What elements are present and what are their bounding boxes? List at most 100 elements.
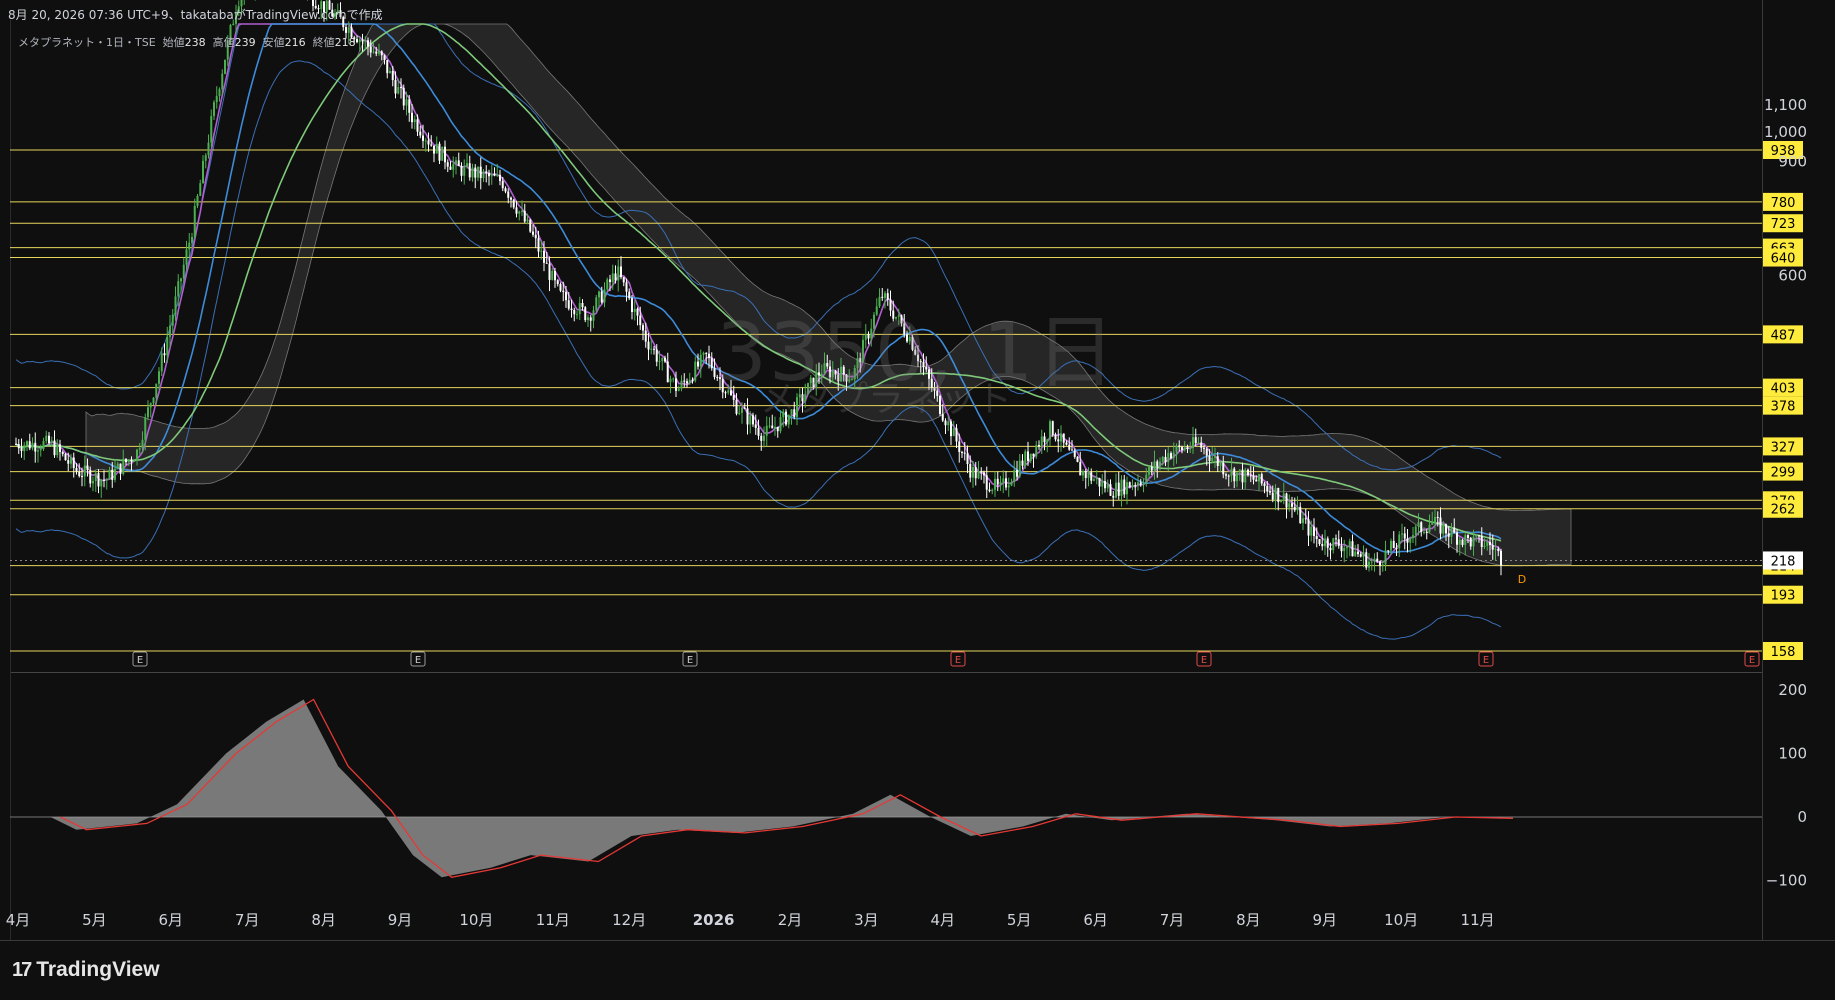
candle-body bbox=[1247, 469, 1249, 476]
time-tick: 10月 bbox=[1384, 911, 1418, 929]
candle-body bbox=[402, 87, 405, 106]
candle-body bbox=[1205, 448, 1208, 456]
dividend-marker: D bbox=[1518, 573, 1526, 586]
candle-body bbox=[1384, 550, 1387, 565]
candle-body bbox=[422, 135, 424, 141]
candle-body bbox=[67, 460, 70, 464]
candle-body bbox=[620, 266, 622, 278]
candle-body bbox=[1104, 481, 1106, 489]
candle-body bbox=[1049, 421, 1051, 440]
candle-body bbox=[1255, 479, 1258, 482]
high-label: 高値 bbox=[212, 36, 235, 49]
candle-body bbox=[163, 353, 166, 356]
candle-body bbox=[1456, 532, 1458, 545]
candle-body bbox=[433, 145, 435, 154]
candle-body bbox=[969, 464, 972, 478]
candle-body bbox=[598, 291, 600, 298]
tradingview-logo[interactable]: 17 TradingView bbox=[12, 958, 160, 982]
candle-body bbox=[1208, 455, 1211, 461]
candle-body bbox=[958, 441, 961, 453]
candle-body bbox=[1002, 478, 1005, 482]
candle-body bbox=[31, 442, 34, 449]
tv-logo-icon: 17 bbox=[12, 958, 32, 981]
candle-body bbox=[529, 219, 532, 232]
chart-canvas[interactable]: 9387807236636404874033783272992702622141… bbox=[0, 0, 1835, 1000]
candle-body bbox=[1233, 468, 1236, 482]
candle-body bbox=[584, 307, 587, 321]
candle-body bbox=[105, 479, 108, 481]
level-tag-label: 299 bbox=[1771, 466, 1796, 481]
candle-body bbox=[26, 441, 28, 446]
time-tick: 5月 bbox=[82, 911, 107, 929]
candle-body bbox=[1293, 506, 1296, 511]
candle-body bbox=[386, 60, 389, 74]
candle-body bbox=[125, 458, 127, 463]
candle-body bbox=[169, 325, 171, 337]
candle-body bbox=[1128, 482, 1131, 488]
candle-body bbox=[600, 291, 603, 303]
candle-body bbox=[64, 453, 67, 461]
candle-body bbox=[166, 336, 169, 356]
candle-body bbox=[1274, 488, 1277, 500]
candle-body bbox=[1112, 495, 1115, 498]
candle-body bbox=[389, 70, 391, 74]
candle-body bbox=[1115, 482, 1117, 498]
candle-body bbox=[1486, 541, 1489, 546]
candle-body bbox=[543, 250, 545, 263]
candle-body bbox=[999, 481, 1002, 485]
candle-body bbox=[1458, 539, 1461, 545]
candle-body bbox=[545, 262, 548, 264]
candle-body bbox=[1238, 469, 1241, 473]
candle-body bbox=[1370, 561, 1373, 563]
candle-body bbox=[138, 448, 141, 450]
candle-body bbox=[573, 309, 576, 315]
candle-body bbox=[1101, 481, 1104, 487]
candle-body bbox=[950, 421, 952, 437]
candle-body bbox=[1412, 535, 1414, 539]
candle-body bbox=[435, 143, 438, 154]
candle-body bbox=[507, 191, 510, 198]
event-marker-label: E bbox=[955, 655, 961, 666]
candle-body bbox=[947, 421, 950, 426]
time-tick: 9月 bbox=[1313, 911, 1338, 929]
candle-body bbox=[1057, 439, 1060, 442]
level-tag-label: 158 bbox=[1771, 645, 1796, 660]
candle-body bbox=[1324, 538, 1326, 547]
candle-body bbox=[515, 207, 518, 214]
candle-body bbox=[1398, 534, 1401, 549]
candle-body bbox=[669, 378, 672, 383]
candle-body bbox=[1156, 461, 1159, 467]
candle-body bbox=[499, 174, 501, 181]
candle-body bbox=[1346, 547, 1348, 549]
candle-body bbox=[119, 463, 122, 474]
candle-body bbox=[1038, 445, 1040, 447]
candle-body bbox=[372, 51, 375, 53]
candle-body bbox=[171, 314, 174, 326]
candle-body bbox=[639, 315, 642, 326]
candle-body bbox=[1109, 484, 1112, 496]
candle-body bbox=[72, 457, 75, 468]
time-tick: 6月 bbox=[159, 911, 184, 929]
candle-body bbox=[694, 361, 697, 381]
candle-body bbox=[1464, 535, 1467, 545]
time-tick: 10月 bbox=[459, 911, 493, 929]
candle-body bbox=[1095, 477, 1098, 480]
candle-body bbox=[774, 426, 776, 429]
candle-body bbox=[603, 289, 606, 303]
candle-body bbox=[1013, 470, 1016, 482]
level-tag-label: 487 bbox=[1771, 328, 1796, 343]
candle-body bbox=[1035, 445, 1038, 457]
candle-body bbox=[1288, 503, 1291, 508]
candle-body bbox=[468, 163, 471, 178]
candle-body bbox=[1098, 477, 1101, 487]
candle-body bbox=[647, 341, 650, 350]
candle-body bbox=[570, 308, 573, 310]
price-tick: 600 bbox=[1778, 267, 1807, 285]
candle-body bbox=[1326, 538, 1329, 548]
candle-body bbox=[1007, 485, 1010, 488]
candle-body bbox=[158, 371, 160, 384]
candle-body bbox=[609, 279, 611, 282]
candle-body bbox=[1040, 436, 1043, 447]
candle-body bbox=[1145, 474, 1148, 484]
candle-body bbox=[595, 297, 598, 311]
